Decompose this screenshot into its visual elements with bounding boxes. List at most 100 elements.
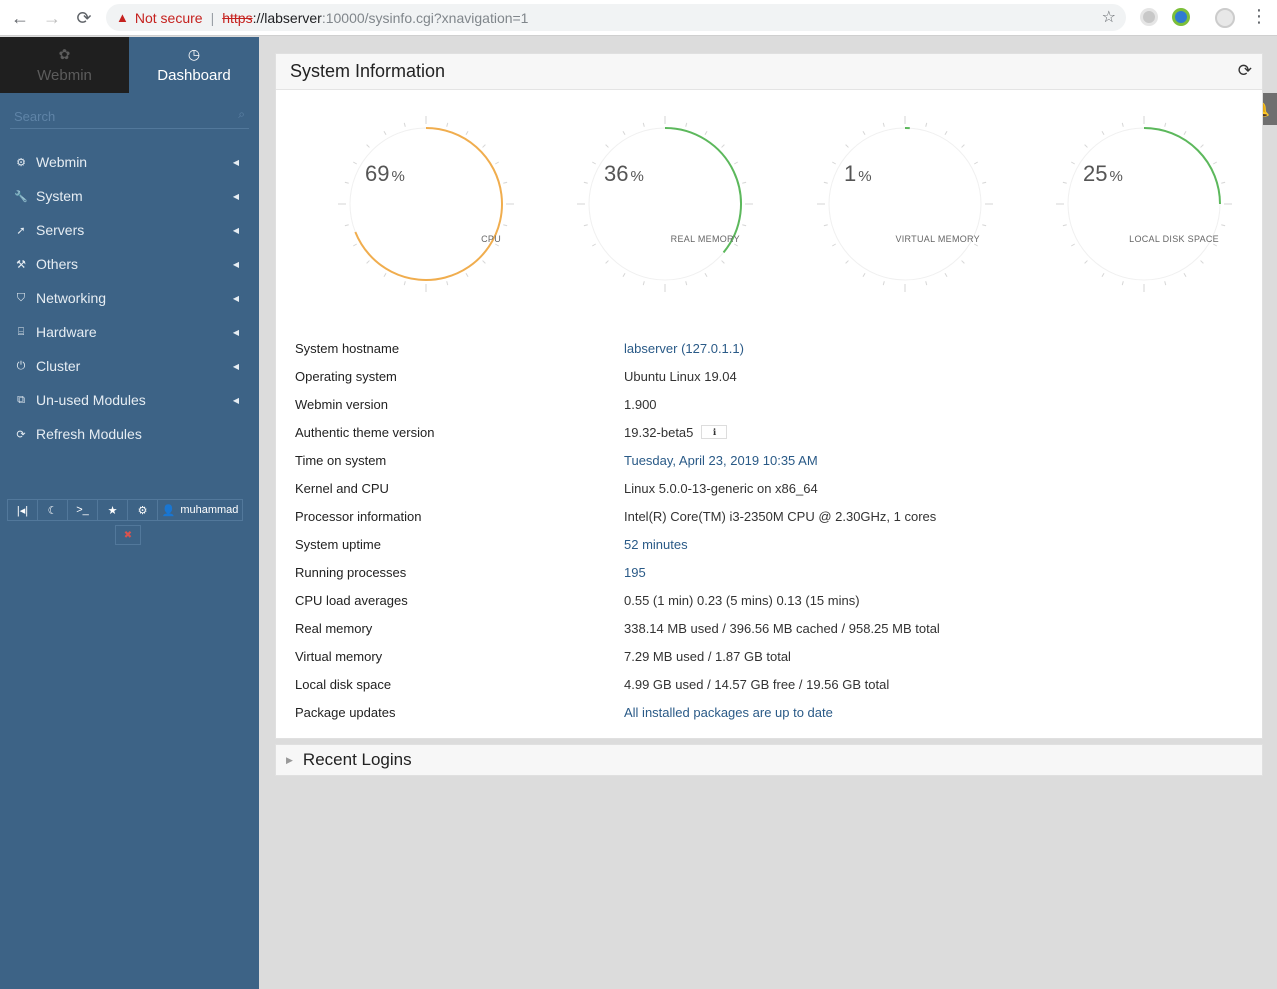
gauge-number: 1: [844, 161, 857, 186]
url-path: :10000/sysinfo.cgi?xnavigation=1: [321, 9, 529, 26]
info-key: Running processes: [295, 564, 407, 580]
sidebar-toolbar: |◂| ☾ >_ ★ ⚙ 👤 muhammad: [7, 499, 243, 521]
terminal-icon[interactable]: >_: [67, 499, 97, 521]
gauge-dial: [338, 116, 514, 292]
info-value: 338.14 MB used / 396.56 MB cached / 958.…: [624, 620, 940, 636]
search-input[interactable]: [10, 103, 249, 129]
url-host: ://labserver: [252, 9, 322, 26]
gauge-tick: [1101, 273, 1105, 277]
sidebar-item-unused-modules[interactable]: ⧉ Un-used Modules ◀: [0, 383, 259, 417]
sidebar-item-label: Networking: [36, 290, 107, 306]
info-key: Virtual memory: [295, 648, 383, 664]
night-mode-moon-icon[interactable]: ☾: [37, 499, 67, 521]
panel-title: System Information: [290, 61, 446, 81]
gauge-tick: [1164, 122, 1167, 127]
gauge-tick: [583, 181, 588, 184]
gauge-tick: [704, 131, 708, 135]
gauge-tick: [845, 260, 849, 264]
gauge-tick: [982, 181, 987, 184]
gauge-tick: [344, 224, 349, 227]
gauge-tick: [353, 161, 357, 165]
profile-avatar-icon[interactable]: [1215, 8, 1235, 28]
tab-webmin[interactable]: ✿ Webmin: [0, 37, 129, 93]
gauge-dial: [577, 116, 753, 292]
logout-icon[interactable]: ✖: [115, 525, 141, 545]
bookmark-star-icon[interactable]: ☆: [1102, 7, 1116, 27]
info-circle-icon[interactable]: ℹ: [701, 425, 728, 439]
info-value-link[interactable]: Tuesday, April 23, 2019 10:35 AM: [624, 453, 818, 468]
user-icon: 👤: [161, 504, 176, 517]
sidebar-item-refresh-modules[interactable]: ⟳ Refresh Modules: [0, 417, 259, 451]
gauge-tick: [845, 144, 849, 148]
hdd-icon: ⌸: [17, 325, 25, 338]
sidebar-item-label: System: [36, 188, 83, 204]
info-key: Real memory: [295, 620, 373, 636]
info-key: Processor information: [295, 508, 422, 524]
gauge-tick: [685, 281, 688, 286]
theme-settings-gears-icon[interactable]: ⚙: [127, 499, 157, 521]
gauge-label: CPU: [481, 234, 501, 244]
gauge-tick: [823, 181, 828, 184]
sidebar-item-servers[interactable]: ➚ Servers ◀: [0, 213, 259, 247]
gauge-tick: [1062, 224, 1067, 227]
info-key: Package updates: [295, 704, 396, 720]
gauge-tick: [622, 273, 626, 277]
gauge-tick: [592, 161, 596, 165]
info-value-link[interactable]: 52 minutes: [624, 537, 688, 552]
address-bar[interactable]: ▲ Not secure | https://labserver:10000/s…: [106, 4, 1126, 31]
reload-icon[interactable]: ⟳: [68, 2, 100, 34]
info-value: Intel(R) Core(TM) i3-2350M CPU @ 2.30GHz…: [624, 508, 937, 524]
gauge-tick: [1121, 122, 1124, 127]
back-arrow-icon[interactable]: ←: [4, 2, 36, 34]
info-value-link[interactable]: All installed packages are up to date: [624, 705, 833, 720]
expand-triangle-icon: ▶: [286, 754, 293, 765]
info-row-real-memory: Real memory 338.14 MB used / 396.56 MB ca…: [295, 614, 940, 642]
gauge-tick: [1164, 281, 1167, 286]
sidebar-item-networking[interactable]: ⛉ Networking ◀: [0, 281, 259, 315]
recent-logins-panel[interactable]: ▶ Recent Logins: [275, 744, 1263, 776]
gauge-tick: [925, 122, 928, 127]
info-row-kernel: Kernel and CPU Linux 5.0.0-13-generic on …: [295, 474, 940, 502]
sidebar-item-label: Servers: [36, 222, 85, 238]
extension-icon[interactable]: [1140, 8, 1158, 26]
refresh-icon[interactable]: ⟳: [1238, 61, 1252, 81]
sidebar-item-hardware[interactable]: ⌸ Hardware ◀: [0, 315, 259, 349]
sidebar-item-others[interactable]: ⚒ Others ◀: [0, 247, 259, 281]
info-row-os: Operating system Ubuntu Linux 19.04: [295, 362, 940, 390]
extension-globe-icon[interactable]: [1172, 8, 1190, 26]
info-key: Authentic theme version: [295, 424, 435, 440]
user-button[interactable]: 👤 muhammad: [157, 499, 243, 521]
gauge-tick: [944, 131, 948, 135]
gauge-tick: [642, 281, 645, 286]
sidebar-menu: ⚙ Webmin ◀ 🔧 System ◀ ➚ Servers ◀ ⚒ Others ◀ ⛉ Ne…: [0, 145, 259, 451]
browser-menu-icon[interactable]: ⋮: [1250, 6, 1268, 27]
sidebar-item-cluster[interactable]: ⏻ Cluster ◀: [0, 349, 259, 383]
gauge-number: 25: [1083, 161, 1108, 186]
gauge-tick: [482, 260, 486, 264]
address-divider: |: [210, 9, 215, 26]
info-key: Kernel and CPU: [295, 480, 389, 496]
sidebar-item-system[interactable]: 🔧 System ◀: [0, 179, 259, 213]
collapse-sidebar-icon[interactable]: |◂|: [7, 499, 37, 521]
info-key: Operating system: [295, 368, 397, 384]
gauge-virtual-memory: 1% VIRTUAL MEMORY: [810, 109, 1000, 299]
gauge-tick: [685, 122, 688, 127]
search-icon[interactable]: ⌕: [238, 107, 245, 122]
favorites-star-icon[interactable]: ★: [97, 499, 127, 521]
gauge-cpu: 69% CPU: [331, 109, 521, 299]
info-row-uptime: System uptime 52 minutes: [295, 530, 940, 558]
gauge-tick: [944, 273, 948, 277]
forward-arrow-icon[interactable]: →: [36, 2, 68, 34]
not-secure-label[interactable]: Not secure: [135, 10, 203, 26]
tab-dashboard[interactable]: ◷ Dashboard: [129, 37, 259, 93]
info-value-link[interactable]: labserver (127.0.1.1): [624, 341, 744, 356]
sidebar-item-webmin[interactable]: ⚙ Webmin ◀: [0, 145, 259, 179]
gauge-label: REAL MEMORY: [670, 234, 740, 244]
gauge-tick: [832, 243, 836, 247]
gauge-tick: [446, 122, 449, 127]
info-row-processes: Running processes 195: [295, 558, 940, 586]
info-value-link[interactable]: 195: [624, 565, 646, 580]
gauge-tick: [403, 122, 406, 127]
info-row-disk-space: Local disk space 4.99 GB used / 14.57 GB …: [295, 670, 940, 698]
caret-left-icon: ◀: [232, 225, 239, 235]
